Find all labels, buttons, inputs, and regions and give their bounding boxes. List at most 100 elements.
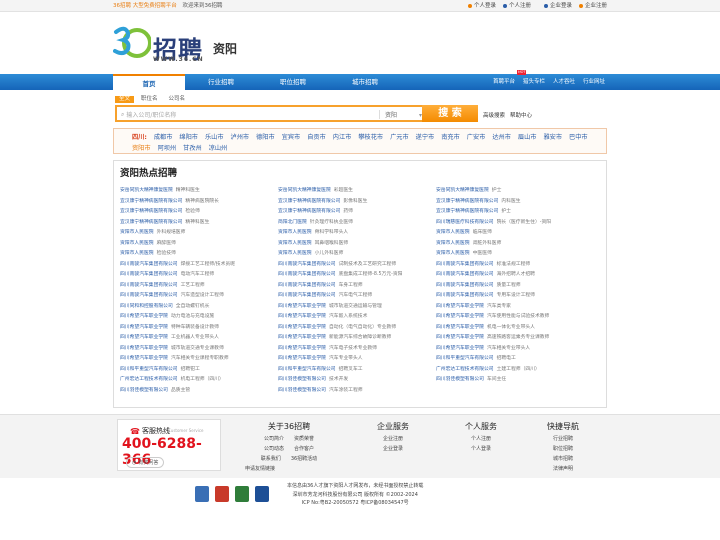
hot-job-title[interactable]: 焊接工艺工程师/技术员呢: [181, 262, 235, 267]
hot-job-company[interactable]: 宜汉康宁精神病医院有限公司: [278, 199, 340, 204]
hot-job-company[interactable]: 四川南骏汽车集团有限公司: [120, 272, 178, 277]
hot-job-title[interactable]: 汽车专业带头人: [329, 356, 363, 361]
hot-job-title[interactable]: 麻醉医师: [157, 241, 176, 246]
hot-job-title[interactable]: 汽车涂装工程师: [329, 388, 363, 393]
hot-job-title[interactable]: 内科医生: [501, 199, 520, 204]
hot-job-title[interactable]: 标准法规工程师: [497, 262, 531, 267]
hot-job-title[interactable]: 电动汽车工程师: [181, 272, 215, 277]
hot-job-title[interactable]: 汽车电子技术专业教师: [329, 346, 377, 351]
hot-job-item[interactable]: 四川南骏汽车集团有限公司 质量工程师: [436, 281, 592, 292]
nav-industry[interactable]: 行业招聘: [185, 74, 257, 90]
hot-job-company[interactable]: 四川希望汽车职业学院: [278, 356, 326, 361]
hot-job-title[interactable]: 护士: [501, 209, 511, 214]
city-link[interactable]: 攀枝花市: [358, 133, 383, 142]
hot-job-item[interactable]: 四川希望汽车职业学院 城市轨道交通专业课教师: [120, 344, 276, 355]
hot-job-company[interactable]: 四川希望汽车职业学院: [436, 314, 484, 319]
hot-job-title[interactable]: 高速铁路客运乘务专业课教师: [487, 335, 549, 340]
nav-industry-sites[interactable]: 行业网址: [583, 74, 605, 90]
hot-job-company[interactable]: 资阳市人民医院: [278, 230, 312, 235]
hot-job-company[interactable]: 四川南骏汽车集团有限公司: [436, 283, 494, 288]
hot-job-company[interactable]: 四川和平重型汽车有限公司: [120, 367, 178, 372]
hot-job-company[interactable]: 四川和平重型汽车有限公司: [278, 367, 336, 372]
hot-job-item[interactable]: 四川希望汽车职业学院 工业机器人专业带头人: [120, 333, 276, 344]
person-login-link[interactable]: 个人登录: [467, 0, 496, 12]
hot-job-item[interactable]: 四川希望汽车职业学院 汽车使用性能与试验技术教师: [436, 312, 592, 323]
hot-job-item[interactable]: 广州宏达工程技术有限公司 土建工程师（四川）: [436, 365, 592, 376]
hot-job-title[interactable]: 检验技师: [157, 251, 176, 256]
hot-job-title[interactable]: 工艺工程师: [181, 283, 205, 288]
hot-job-item[interactable]: 资阳市人民医院 临床医师: [436, 228, 592, 239]
help-center-link[interactable]: 帮助中心: [510, 111, 532, 119]
hot-job-title[interactable]: 耳鼻咽喉科医师: [315, 241, 349, 246]
hot-job-item[interactable]: 广州宏达工程技术有限公司 机电工程师（四川）: [120, 375, 276, 386]
hot-job-item[interactable]: 资阳市人民医院 耳鼻咽喉科医师: [278, 239, 434, 250]
city-link[interactable]: 眉山市: [518, 133, 537, 142]
hot-job-title[interactable]: 汽车嵌入系统技术: [329, 314, 367, 319]
hot-job-title[interactable]: 临床医师: [473, 230, 492, 235]
hot-job-company[interactable]: 四川南骏汽车集团有限公司: [436, 272, 494, 277]
hot-job-company[interactable]: 四川希望汽车职业学院: [120, 314, 168, 319]
footer-link[interactable]: 职位招聘: [533, 444, 593, 454]
hot-job-company[interactable]: 安岳同凯大精神康复医院: [120, 188, 173, 193]
hot-job-item[interactable]: 宜汉康宁精神病医院有限公司 精神病医院院长: [120, 197, 276, 208]
hot-job-company[interactable]: 资阳市人民医院: [120, 251, 154, 256]
hot-job-item[interactable]: 四川南骏汽车集团有限公司 汽车造型设计工程师: [120, 291, 276, 302]
hot-job-title[interactable]: 小儿外科医师: [315, 251, 344, 256]
search-tab-all[interactable]: 全文: [115, 96, 135, 103]
hot-job-item[interactable]: 四川和平重型汽车有限公司 招聘钳工: [120, 365, 276, 376]
hot-job-title[interactable]: 精神病医院院长: [185, 199, 219, 204]
city-link[interactable]: 遂宁市: [416, 133, 435, 142]
hot-job-item[interactable]: 简阳北门医院 针灸理疗科执业医师: [278, 218, 434, 229]
hot-job-title[interactable]: 中医医师: [473, 251, 492, 256]
hot-job-item[interactable]: 资阳市人民医院 外科规培医师: [120, 228, 276, 239]
city-link[interactable]: 达州市: [492, 133, 511, 142]
hot-job-item[interactable]: 四川希望汽车职业学院 汽车相关专业课程专职教师: [120, 354, 276, 365]
footer-link[interactable]: 企业登录: [363, 444, 423, 454]
hot-job-item[interactable]: 四川瑞慈医疗科技有限公司 院长（医疗新生住）-资阳: [436, 218, 592, 229]
city-link[interactable]: 阿坝州: [158, 144, 177, 153]
nav-talent[interactable]: 人才吞吐: [553, 74, 575, 90]
hot-job-company[interactable]: 广州宏达工程技术有限公司: [120, 377, 178, 382]
nav-headhunter[interactable]: 猎头专栏: [523, 74, 545, 90]
nav-position[interactable]: 职位招聘: [257, 74, 329, 90]
hot-job-title[interactable]: 海外招聘人才招聘: [497, 272, 535, 277]
hot-job-item[interactable]: 四川希望汽车职业学院 机电一体化专业带头人: [436, 323, 592, 334]
hot-job-title[interactable]: 底盘集成工程师-8.5万元-资阳: [339, 272, 403, 277]
hot-job-title[interactable]: 专用车设计工程师: [497, 293, 535, 298]
hot-job-item[interactable]: 四川希望汽车职业学院 特种车辆装备设计教师: [120, 323, 276, 334]
hot-job-company[interactable]: 四川南骏汽车集团有限公司: [278, 293, 336, 298]
city-link[interactable]: 内江市: [333, 133, 352, 142]
hot-job-company[interactable]: 安岳同凯大精神康复医院: [436, 188, 489, 193]
hot-job-item[interactable]: 资阳市人民医院 麻醉医师: [120, 239, 276, 250]
hot-job-title[interactable]: 技术开发: [329, 377, 348, 382]
advanced-search-link[interactable]: 高级搜索: [483, 111, 505, 119]
footer-link[interactable]: 联系我们: [261, 454, 281, 464]
hot-job-item[interactable]: 四川希望汽车职业学院 新能源汽车综合故障诊断教师: [278, 333, 434, 344]
footer-link[interactable]: 法律声明: [533, 464, 593, 474]
hot-job-title[interactable]: 汽车相关专业课程专职教师: [171, 356, 229, 361]
hot-job-company[interactable]: 四川南骏汽车集团有限公司: [278, 272, 336, 277]
hot-job-title[interactable]: 汽车相关专业带头人: [487, 346, 530, 351]
hot-job-company[interactable]: 资阳市人民医院: [436, 251, 470, 256]
hot-job-company[interactable]: 宜汉康宁精神病医院有限公司: [436, 209, 498, 214]
hot-job-title[interactable]: 城市轨道交通专业课教师: [171, 346, 224, 351]
hot-job-item[interactable]: 四川羽佳模塑有限公司 品质主管: [120, 386, 276, 397]
city-link[interactable]: 资阳市: [132, 144, 151, 153]
hot-job-company[interactable]: 宜汉康宁精神病医院有限公司: [436, 199, 498, 204]
hot-job-item[interactable]: 四川南骏汽车集团有限公司 底盘集成工程师-8.5万元-资阳: [278, 270, 434, 281]
footer-link[interactable]: 公司动态: [264, 444, 284, 454]
hot-job-item[interactable]: 四川希望汽车职业学院 城市轨道交通运输与管理: [278, 302, 434, 313]
hot-job-item[interactable]: 资阳市人民医院 检验技师: [120, 249, 276, 260]
hot-job-company[interactable]: 宜汉康宁精神病医院有限公司: [120, 209, 182, 214]
cert-badge-icon[interactable]: [255, 486, 269, 502]
hot-job-company[interactable]: 四川希望汽车职业学院: [120, 325, 168, 330]
hot-job-item[interactable]: 四川羽佳模塑有限公司 汽车涂装工程师: [278, 386, 434, 397]
hot-job-company[interactable]: 四川南骏汽车集团有限公司: [120, 283, 178, 288]
hot-job-item[interactable]: 安岳同凯大精神康复医院 精神科医生: [120, 186, 276, 197]
hot-job-title[interactable]: 汽车使用性能与试验技术教师: [487, 314, 549, 319]
hot-job-title[interactable]: 品质主管: [171, 388, 190, 393]
city-link[interactable]: 德阳市: [256, 133, 275, 142]
hot-job-item[interactable]: 安岳同凯大精神康复医院 彩超医生: [278, 186, 434, 197]
hot-job-company[interactable]: 四川羽佳模塑有限公司: [278, 377, 326, 382]
company-register-link[interactable]: 企业注册: [578, 0, 607, 12]
